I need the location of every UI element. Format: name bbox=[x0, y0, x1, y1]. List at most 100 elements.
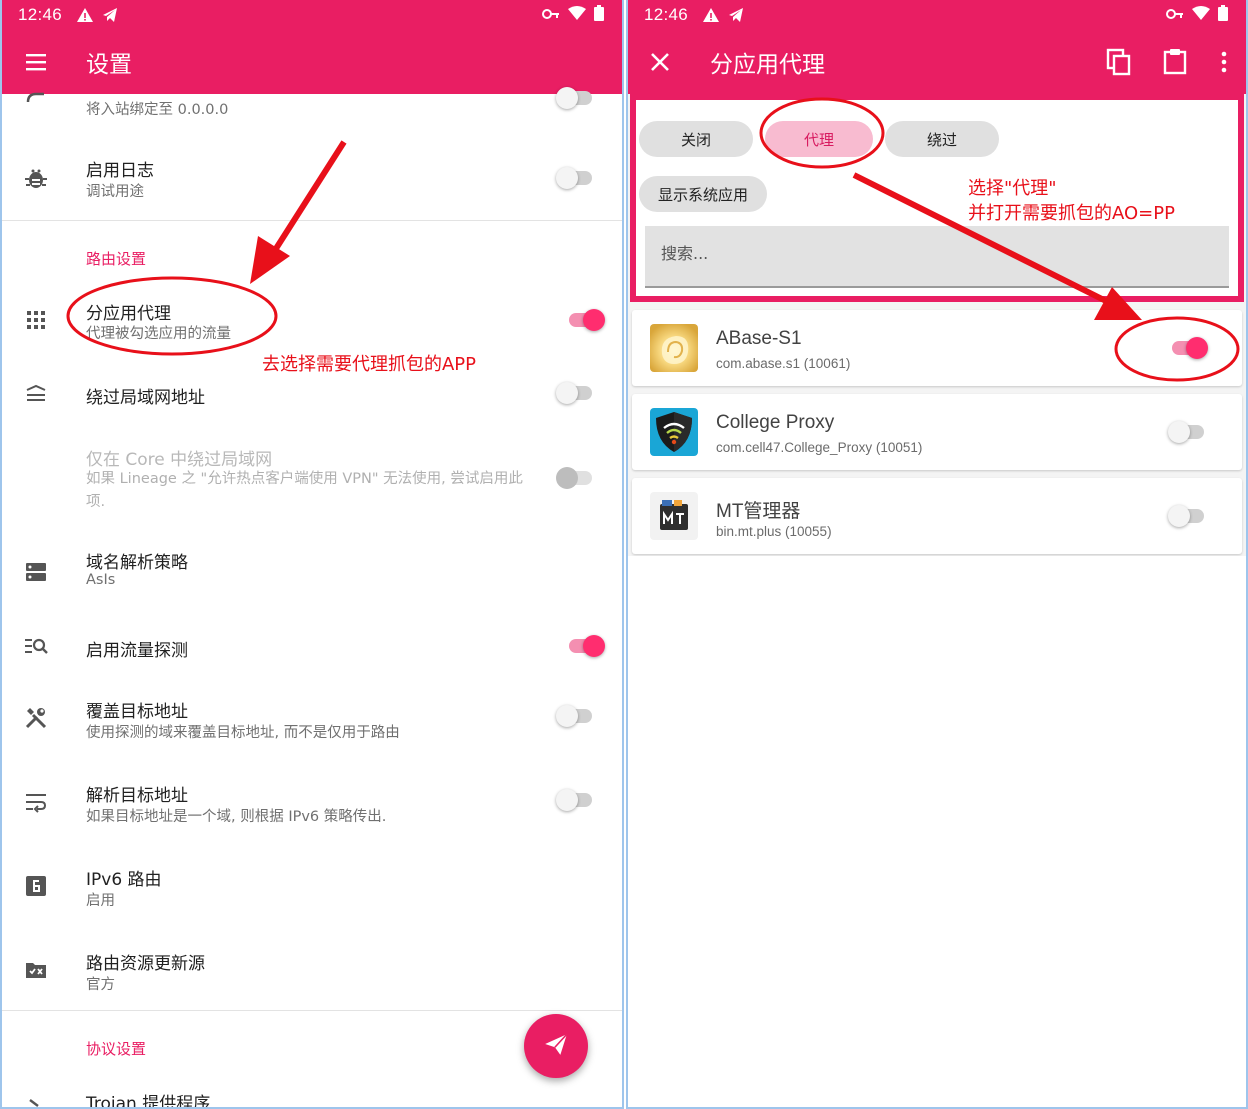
search-field[interactable] bbox=[645, 226, 1229, 288]
status-bar: 12:46 bbox=[2, 0, 622, 30]
dns-icon bbox=[24, 560, 48, 584]
wifi-icon bbox=[1192, 5, 1210, 25]
chip-show-system-apps[interactable]: 显示系统应用 bbox=[639, 176, 767, 212]
apps-grid-icon bbox=[24, 308, 48, 332]
setting-ipv6-route[interactable]: IPv6 路由 启用 bbox=[2, 856, 622, 918]
empty-list-area bbox=[628, 556, 1246, 1107]
search-input[interactable] bbox=[661, 244, 1161, 263]
app-proxy-switch[interactable] bbox=[1168, 414, 1208, 450]
section-routing: 路由设置 bbox=[86, 250, 147, 268]
page-title: 分应用代理 bbox=[710, 52, 825, 78]
status-bar: 12:46 bbox=[628, 0, 1246, 30]
setting-trojan-provider[interactable]: Trojan 提供程序 bbox=[2, 1082, 622, 1109]
app-item-college-proxy[interactable]: College Proxy com.cell47.College_Proxy (… bbox=[632, 394, 1242, 470]
setting-traffic-sniffing-title: 启用流量探测 bbox=[86, 641, 188, 661]
status-time: 12:46 bbox=[644, 5, 689, 24]
setting-per-app-proxy-title: 分应用代理 bbox=[86, 304, 171, 324]
setting-route-assets-source[interactable]: 路由资源更新源 官方 bbox=[2, 940, 622, 1002]
setting-bind-inbound[interactable]: 将入站绑定至 0.0.0.0 bbox=[2, 87, 622, 128]
setting-enable-logs[interactable]: 启用日志 调试用途 bbox=[2, 144, 622, 212]
vpn-key-icon bbox=[542, 5, 560, 25]
logs-switch[interactable] bbox=[556, 160, 596, 196]
per-app-proxy-screen: 12:46 分应用代理 关闭 代理 绕过 显示系统应用 搜索... ABase-… bbox=[626, 0, 1248, 1109]
bind-inbound-switch[interactable] bbox=[556, 80, 596, 116]
wifi-icon bbox=[568, 5, 586, 25]
setting-per-app-proxy[interactable]: 分应用代理 代理被勾选应用的流量 bbox=[2, 290, 622, 352]
app-item-mt-manager[interactable]: MT管理器 bin.mt.plus (10055) bbox=[632, 478, 1242, 554]
setting-override-destination[interactable]: 覆盖目标地址 使用探测的域来覆盖目标地址, 而不是仅用于路由 bbox=[2, 688, 622, 750]
more-vert-icon[interactable] bbox=[1212, 50, 1236, 78]
setting-traffic-sniffing[interactable]: 启用流量探测 bbox=[2, 624, 622, 670]
close-icon[interactable] bbox=[648, 50, 672, 78]
bypass-lan-core-switch[interactable] bbox=[556, 460, 596, 496]
setting-bypass-lan[interactable]: 绕过局域网地址 bbox=[2, 370, 622, 416]
abase-icon bbox=[650, 324, 698, 372]
app-name: MT管理器 bbox=[716, 501, 801, 522]
college-proxy-icon bbox=[650, 408, 698, 456]
vpn-key-icon bbox=[1166, 5, 1184, 25]
bypass-lan-switch[interactable] bbox=[556, 375, 596, 411]
setting-route-assets-title: 路由资源更新源 bbox=[86, 954, 205, 974]
chip-bypass[interactable]: 绕过 bbox=[885, 121, 999, 157]
paste-icon[interactable] bbox=[1162, 47, 1188, 79]
filter-panel: 关闭 代理 绕过 显示系统应用 bbox=[630, 94, 1244, 302]
annotation-select-proxy-line2: 并打开需要抓包的AO=PP bbox=[968, 203, 1175, 224]
manage-search-icon bbox=[24, 634, 48, 658]
setting-route-assets-subtitle: 官方 bbox=[86, 977, 115, 993]
setting-override-destination-title: 覆盖目标地址 bbox=[86, 702, 188, 722]
settings-list: 将入站绑定至 0.0.0.0 启用日志 调试用途 路由设置 分应用代理 代理被勾… bbox=[2, 87, 622, 1109]
settings-screen: 12:46 设置 将入站绑定至 0.0.0.0 启用日志 调试用途 路由设置 分… bbox=[0, 0, 624, 1109]
annotation-select-proxy-line1: 选择"代理" bbox=[968, 178, 1057, 199]
battery-icon bbox=[1218, 4, 1228, 26]
status-time: 12:46 bbox=[18, 5, 63, 24]
app-proxy-switch[interactable] bbox=[1168, 498, 1208, 534]
app-name: ABase-S1 bbox=[716, 328, 802, 349]
app-name: College Proxy bbox=[716, 412, 835, 433]
link-icon bbox=[24, 86, 48, 110]
setting-ipv6-route-title: IPv6 路由 bbox=[86, 870, 162, 890]
app-package: com.cell47.College_Proxy (10051) bbox=[716, 440, 923, 455]
resolve-destination-switch[interactable] bbox=[556, 782, 596, 818]
chip-off[interactable]: 关闭 bbox=[639, 121, 753, 157]
setting-domain-strategy-subtitle: AsIs bbox=[86, 572, 116, 588]
traffic-sniffing-switch[interactable] bbox=[567, 628, 607, 664]
wrap-text-icon bbox=[24, 790, 48, 814]
telegram-icon bbox=[102, 7, 118, 23]
folder-icon bbox=[24, 958, 48, 982]
warning-icon bbox=[76, 7, 94, 23]
setting-resolve-destination[interactable]: 解析目标地址 如果目标地址是一个域, 则根据 IPv6 策略传出. bbox=[2, 772, 622, 834]
app-bar: 设置 bbox=[2, 30, 622, 94]
warning-icon bbox=[702, 7, 720, 23]
setting-domain-strategy[interactable]: 域名解析策略 AsIs bbox=[2, 540, 622, 606]
setting-resolve-destination-title: 解析目标地址 bbox=[86, 786, 188, 806]
menu-icon[interactable] bbox=[24, 50, 48, 78]
app-bar: 分应用代理 bbox=[628, 30, 1246, 94]
setting-bypass-lan-core-title: 仅在 Core 中绕过局域网 bbox=[86, 450, 273, 470]
setting-logs-title: 启用日志 bbox=[86, 161, 154, 181]
annotation-select-app: 去选择需要代理抓包的APP bbox=[262, 354, 477, 375]
section-protocol: 协议设置 bbox=[86, 1040, 147, 1058]
copy-icon[interactable] bbox=[1106, 48, 1132, 80]
lan-icon bbox=[24, 382, 48, 406]
bug-icon bbox=[24, 166, 48, 190]
setting-trojan-provider-title: Trojan 提供程序 bbox=[86, 1094, 211, 1109]
provider-icon bbox=[24, 1096, 48, 1107]
app-item-abase[interactable]: ABase-S1 com.abase.s1 (10061) bbox=[632, 310, 1242, 386]
connect-fab[interactable] bbox=[524, 1014, 588, 1078]
ipv6-icon bbox=[24, 874, 48, 898]
chip-proxy[interactable]: 代理 bbox=[765, 121, 873, 157]
divider bbox=[2, 1010, 622, 1011]
override-destination-switch[interactable] bbox=[556, 698, 596, 734]
setting-domain-strategy-title: 域名解析策略 bbox=[86, 553, 188, 573]
send-icon bbox=[543, 1031, 569, 1061]
setting-logs-subtitle: 调试用途 bbox=[86, 184, 144, 200]
app-proxy-switch[interactable] bbox=[1170, 330, 1210, 366]
setting-bypass-lan-core[interactable]: 仅在 Core 中绕过局域网 如果 Lineage 之 "允许热点客户端使用 V… bbox=[2, 438, 622, 518]
setting-bypass-lan-title: 绕过局域网地址 bbox=[86, 388, 205, 408]
app-package: bin.mt.plus (10055) bbox=[716, 524, 832, 539]
setting-per-app-proxy-subtitle: 代理被勾选应用的流量 bbox=[86, 326, 231, 342]
telegram-icon bbox=[728, 7, 744, 23]
setting-resolve-destination-subtitle: 如果目标地址是一个域, 则根据 IPv6 策略传出. bbox=[86, 809, 387, 825]
mt-manager-icon bbox=[650, 492, 698, 540]
per-app-proxy-switch[interactable] bbox=[567, 302, 607, 338]
